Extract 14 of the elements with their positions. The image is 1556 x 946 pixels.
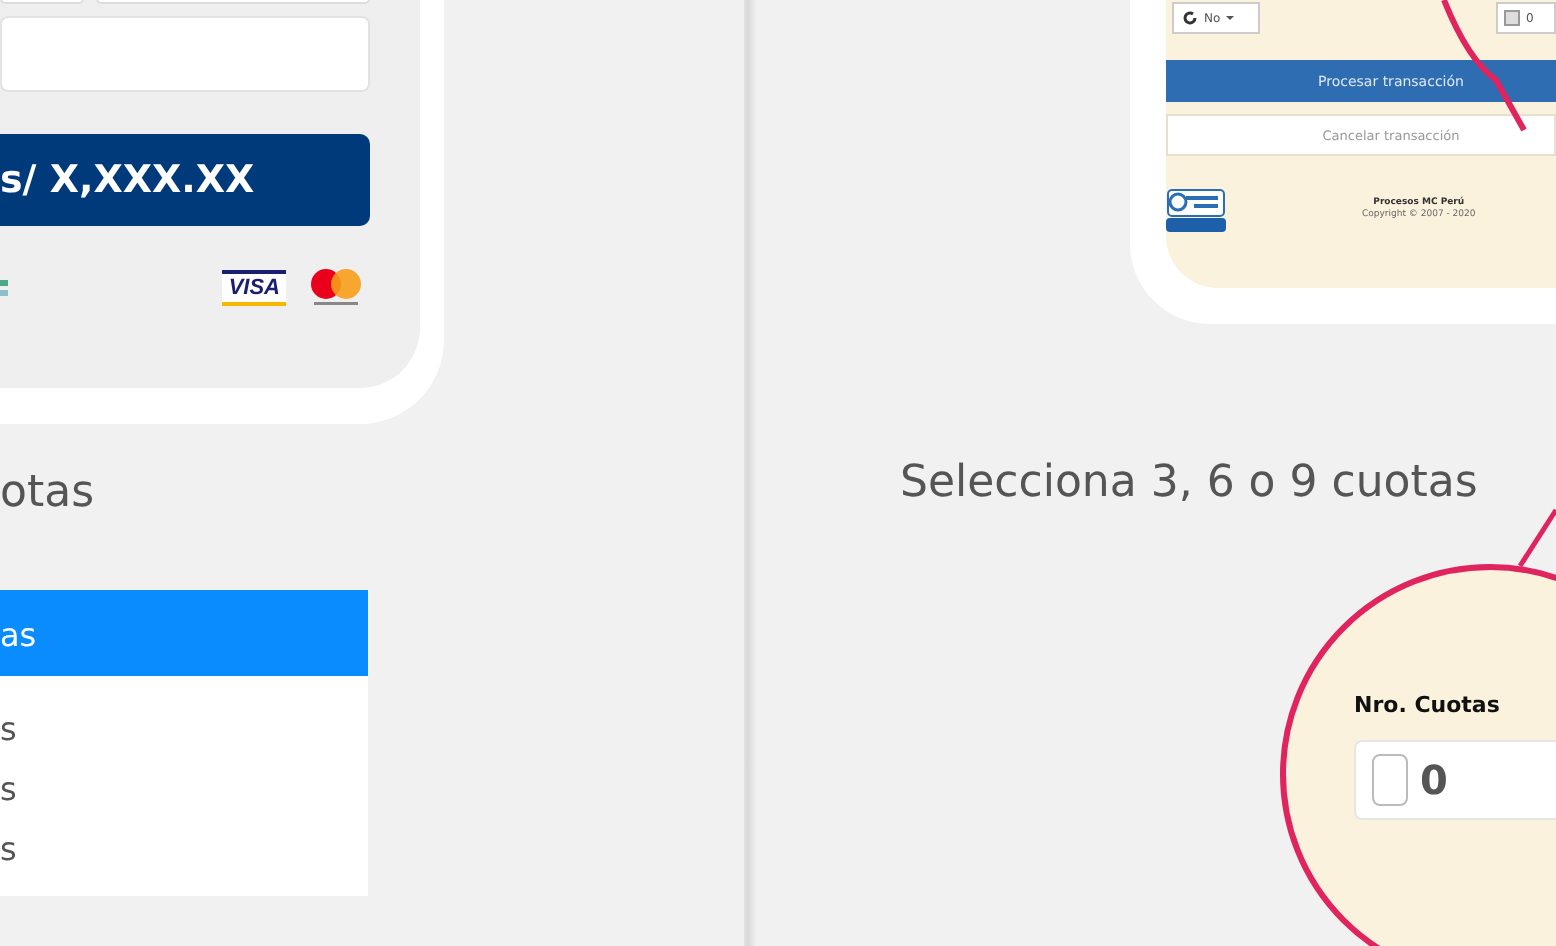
field-icon: [1372, 754, 1408, 806]
caret-icon: [1226, 14, 1235, 22]
dropdown-option[interactable]: s: [0, 700, 368, 760]
input-field[interactable]: [0, 16, 370, 92]
dropdown-option[interactable]: s: [0, 760, 368, 820]
installments-field[interactable]: 0: [1354, 740, 1556, 820]
refresh-icon: [1182, 10, 1198, 26]
pay-button[interactable]: s/ X,XXX.XX: [0, 134, 370, 226]
dropdown-option[interactable]: s: [0, 820, 368, 880]
field-label: Nro. Cuotas: [1354, 692, 1500, 718]
section-heading: Selecciona 3, 6 o 9 cuotas: [900, 458, 1480, 508]
security-seal-icon: [1166, 188, 1226, 232]
visa-logo: VISA: [222, 270, 286, 306]
section-heading: otas: [0, 468, 97, 522]
